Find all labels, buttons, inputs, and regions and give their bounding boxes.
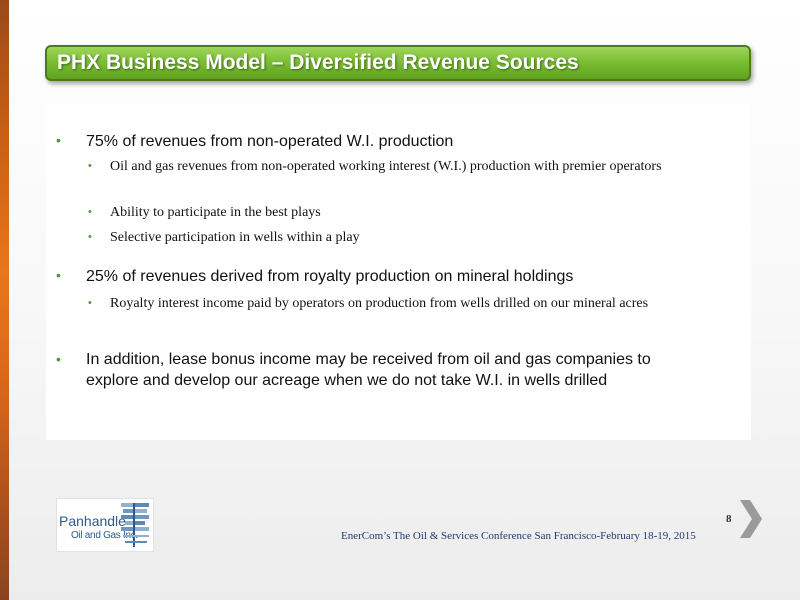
- bullet-1-sub-3: Selective participation in wells within …: [110, 230, 360, 245]
- sub-bullet-dot-icon: •: [88, 206, 92, 218]
- bullet-2-sub-1: Royalty interest income paid by operator…: [110, 296, 649, 311]
- bullet-1-text: 75% of revenues from non-operated W.I. p…: [86, 133, 454, 150]
- bullet-dot-icon: •: [56, 267, 61, 283]
- page-number: 8: [726, 513, 732, 525]
- company-logo: Panhandle Oil and Gas Inc.: [56, 498, 154, 552]
- sub-bullet-dot-icon: •: [88, 297, 92, 309]
- derrick-logo-icon: [121, 503, 149, 547]
- bullet-dot-icon: •: [56, 351, 61, 367]
- footer-conference-text: EnerCom’s The Oil & Services Conference …: [341, 530, 696, 542]
- bullet-1-sub-2: Ability to participate in the best plays: [110, 205, 321, 220]
- bullet-2-text: 25% of revenues derived from royalty pro…: [86, 268, 574, 285]
- slide-title: PHX Business Model – Diversified Revenue…: [57, 51, 579, 74]
- sub-bullet-dot-icon: •: [88, 160, 92, 172]
- logo-name: Panhandle: [59, 513, 126, 529]
- bullet-1-sub-1: Oil and gas revenues from non-operated w…: [110, 159, 662, 174]
- next-chevron-icon[interactable]: [736, 498, 766, 540]
- left-accent-bar: [0, 0, 9, 600]
- title-banner: PHX Business Model – Diversified Revenue…: [45, 45, 751, 81]
- sub-bullet-dot-icon: •: [88, 231, 92, 243]
- bullet-3-text: In addition, lease bonus income may be r…: [86, 351, 651, 389]
- bullet-dot-icon: •: [56, 132, 61, 148]
- content-panel: • 75% of revenues from non-operated W.I.…: [46, 104, 751, 440]
